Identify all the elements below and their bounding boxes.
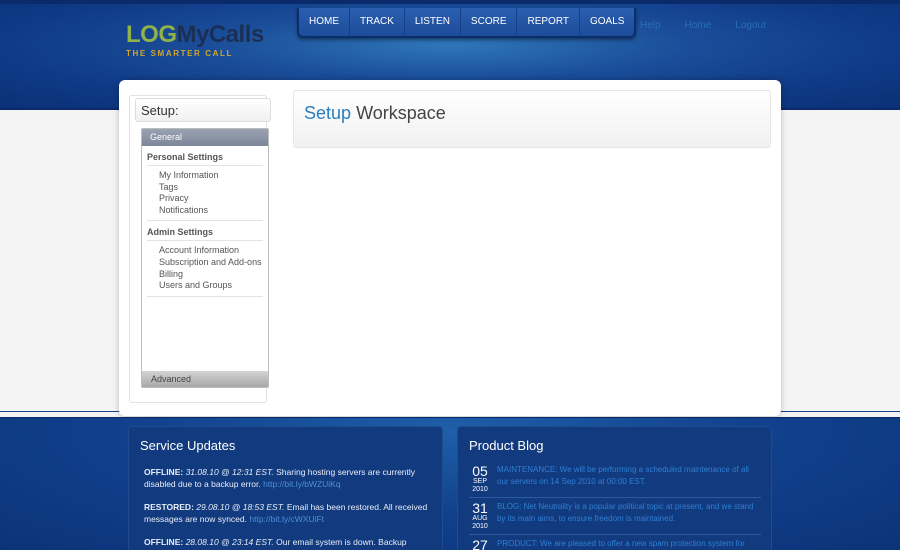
logo-log: LOG (126, 21, 177, 48)
menu-link-privacy[interactable]: Privacy (159, 193, 263, 205)
blog-day: 31 (472, 500, 488, 516)
setup-sidebar: Setup: General Personal Settings My Info… (129, 95, 271, 403)
menu-link-account-information[interactable]: Account Information (159, 245, 263, 257)
update-text: Our email system is down. Backup (276, 537, 407, 547)
nav-report[interactable]: REPORT (517, 8, 580, 36)
blog-month: SEP (472, 478, 487, 485)
menu-link-billing[interactable]: Billing (159, 269, 263, 281)
service-updates-title: Service Updates (140, 438, 236, 453)
personal-settings-heading: Personal Settings (147, 152, 263, 166)
logout-link[interactable]: Logout (735, 20, 766, 31)
nav-home[interactable]: HOME (299, 8, 350, 36)
service-updates-box: Service Updates OFFLINE: 31.08.10 @ 12:3… (128, 426, 443, 550)
nav-track[interactable]: TRACK (350, 8, 405, 36)
update-link[interactable]: http://bit.ly/bWZUiKq (263, 479, 340, 489)
nav-goals[interactable]: GOALS (580, 8, 634, 36)
page-title-workspace: Workspace (356, 103, 446, 123)
blog-month: AUG (472, 515, 488, 522)
service-update-item: OFFLINE: 31.08.10 @ 12:31 EST. Sharing h… (144, 466, 430, 490)
update-datetime: 28.08.10 @ 23:14 EST. (185, 537, 274, 547)
blog-link[interactable]: MAINTENANCE: We will be performing a sch… (497, 464, 761, 488)
menu-link-my-information[interactable]: My Information (159, 170, 263, 182)
update-status: OFFLINE: (144, 537, 184, 547)
update-datetime: 29.08.10 @ 18:53 EST. (196, 502, 285, 512)
update-status: RESTORED: (144, 502, 194, 512)
logo-mycalls: MyCalls (176, 21, 265, 48)
blog-date: 31 AUG 2010 (469, 501, 491, 531)
page-title-setup: Setup (304, 103, 352, 123)
menu-link-users-groups[interactable]: Users and Groups (159, 280, 263, 292)
update-link[interactable]: http://bit.ly/cWXUiFt (249, 514, 324, 524)
nav-score[interactable]: SCORE (461, 8, 518, 36)
blog-day: 05 (472, 463, 488, 479)
workspace-header: Setup Workspace (293, 90, 771, 148)
nav-listen[interactable]: LISTEN (405, 8, 461, 36)
main-panel: Setup: General Personal Settings My Info… (119, 80, 781, 416)
admin-settings-links: Account Information Subscription and Add… (147, 241, 263, 297)
blog-year: 2010 (472, 486, 488, 493)
blog-link[interactable]: PRODUCT: We are pleased to offer a new s… (497, 538, 761, 550)
menu-link-tags[interactable]: Tags (159, 182, 263, 194)
service-update-item: RESTORED: 29.08.10 @ 18:53 EST. Email ha… (144, 501, 430, 525)
logo-tagline: THE SMARTER CALL (126, 49, 233, 58)
help-link[interactable]: Help (640, 20, 661, 31)
product-blog-box: Product Blog 05 SEP 2010 MAINTENANCE: We… (457, 426, 772, 550)
top-navigation: HOME TRACK LISTEN SCORE REPORT GOALS (297, 8, 637, 38)
blog-date: 27 (469, 538, 491, 550)
menu-general-tab[interactable]: General (142, 129, 268, 146)
logo-wordmark: LOGMyCalls (126, 22, 264, 48)
page-title: Setup Workspace (304, 103, 446, 124)
menu-link-subscription[interactable]: Subscription and Add-ons (159, 257, 263, 269)
update-status: OFFLINE: (144, 467, 184, 477)
setup-title: Setup: (135, 98, 271, 122)
blog-link[interactable]: BLOG: Net Neutrality is a popular politi… (497, 501, 761, 525)
home-link[interactable]: Home (685, 20, 712, 31)
menu-link-notifications[interactable]: Notifications (159, 205, 263, 217)
menu-advanced-tab[interactable]: Advanced (142, 371, 268, 387)
blog-year: 2010 (472, 523, 488, 530)
update-datetime: 31.08.10 @ 12:31 EST. (185, 467, 274, 477)
blog-item: 05 SEP 2010 MAINTENANCE: We will be perf… (469, 464, 761, 498)
footer-band: Service Updates OFFLINE: 31.08.10 @ 12:3… (0, 417, 900, 550)
blog-item: 31 AUG 2010 BLOG: Net Neutrality is a po… (469, 501, 761, 535)
blog-item: 27 PRODUCT: We are pleased to offer a ne… (469, 538, 761, 550)
blog-day: 27 (472, 537, 488, 550)
service-update-item: OFFLINE: 28.08.10 @ 23:14 EST. Our email… (144, 536, 430, 548)
setup-menu: General Personal Settings My Information… (141, 128, 269, 388)
blog-date: 05 SEP 2010 (469, 464, 491, 494)
product-blog-title: Product Blog (469, 438, 544, 453)
user-links: Help Home Logout (640, 20, 766, 31)
admin-settings-heading: Admin Settings (147, 227, 263, 242)
personal-settings-links: My Information Tags Privacy Notification… (147, 166, 263, 222)
logo[interactable]: LOGMyCalls THE SMARTER CALL (126, 22, 264, 59)
